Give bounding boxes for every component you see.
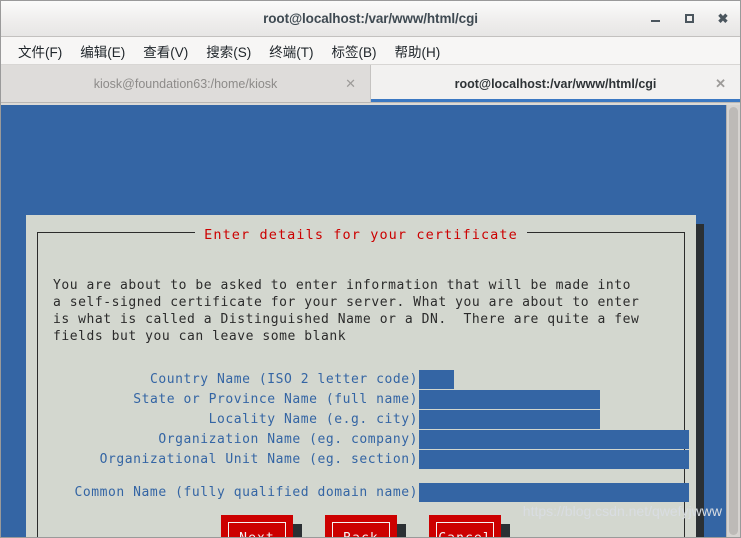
tab-root-cgi-close-icon[interactable]: ✕ (715, 76, 726, 92)
minimize-icon (650, 20, 660, 22)
window-controls: ✖ (646, 1, 732, 36)
label-common-name: Common Name (fully qualified domain name… (74, 485, 418, 500)
maximize-icon (684, 14, 694, 23)
back-button[interactable]: Back (325, 515, 397, 537)
form-row-locality: Locality Name (e.g. city) xi'an_________… (26, 410, 696, 429)
tab-root-cgi[interactable]: root@localhost:/var/www/html/cgi ✕ (371, 65, 740, 102)
input-state-name[interactable]: shannxi____________ (419, 390, 600, 409)
label-state-name: State or Province Name (full name) (133, 392, 418, 407)
tab-bar: kiosk@foundation63:/home/kiosk ✕ root@lo… (1, 65, 740, 103)
menu-item-search[interactable]: 搜索(S) (197, 39, 260, 63)
menu-item-terminal[interactable]: 终端(T) (260, 39, 322, 63)
input-locality-name[interactable]: xi'an______________ (419, 410, 600, 429)
cancel-button-label: Cancel (438, 531, 492, 538)
cancel-button[interactable]: Cancel (429, 515, 501, 537)
back-button-label: Back (343, 531, 379, 538)
terminal-scrollbar[interactable] (726, 105, 740, 537)
close-button[interactable]: ✖ (714, 10, 732, 28)
label-organization-name: Organization Name (eg. company) (158, 432, 418, 447)
window-titlebar: root@localhost:/var/www/html/cgi ✖ (1, 1, 740, 37)
menu-item-view[interactable]: 查看(V) (134, 39, 197, 63)
label-locality-name: Locality Name (e.g. city) (208, 412, 418, 427)
tab-kiosk-label: kiosk@foundation63:/home/kiosk (93, 76, 278, 91)
input-organization-name[interactable]: westos______________________ (419, 430, 689, 449)
label-country-name: Country Name (ISO 2 letter code) (149, 372, 418, 387)
screenshot-root: root@localhost:/var/www/html/cgi ✖ 文件(F)… (0, 0, 741, 538)
certificate-details-dialog: Enter details for your certificate You a… (26, 215, 696, 537)
menu-bar: 文件(F) 编辑(E) 查看(V) 搜索(S) 终端(T) 标签(B) 帮助(H… (1, 37, 740, 65)
label-organizational-unit-name: Organizational Unit Name (eg. section) (99, 452, 418, 467)
close-icon: ✖ (717, 11, 729, 26)
form-row-state: State or Province Name (full name) shann… (26, 390, 696, 409)
menu-item-edit[interactable]: 编辑(E) (71, 39, 134, 63)
dialog-button-row: Next Back Cancel (26, 515, 696, 537)
dialog-description: You are about to be asked to enter infor… (53, 278, 640, 344)
input-country-name[interactable]: CN_ (419, 370, 454, 389)
back-button-wrap: Back (325, 515, 406, 537)
menu-item-tabs[interactable]: 标签(B) (323, 39, 386, 63)
tab-kiosk[interactable]: kiosk@foundation63:/home/kiosk ✕ (1, 65, 371, 102)
terminal-scrollbar-thumb[interactable] (729, 107, 738, 535)
cancel-button-wrap: Cancel (429, 515, 510, 537)
window-title: root@localhost:/var/www/html/cgi (263, 11, 478, 26)
tab-kiosk-close-icon[interactable]: ✕ (345, 76, 356, 92)
input-organizational-unit-name[interactable]: linux _______________________ (419, 450, 689, 469)
menu-item-help[interactable]: 帮助(H) (386, 39, 450, 63)
next-button[interactable]: Next (221, 515, 293, 537)
form-row-organizational-unit: Organizational Unit Name (eg. section) l… (26, 450, 696, 469)
terminal-area: Enter details for your certificate You a… (1, 103, 740, 537)
tab-root-cgi-label: root@localhost:/var/www/html/cgi (454, 76, 657, 91)
certificate-form: Country Name (ISO 2 letter code) CN_ Sta… (26, 370, 696, 503)
maximize-button[interactable] (680, 10, 698, 28)
next-button-wrap: Next (221, 515, 302, 537)
terminal-window: root@localhost:/var/www/html/cgi ✖ 文件(F)… (0, 0, 741, 538)
menu-item-file[interactable]: 文件(F) (9, 39, 71, 63)
input-common-name[interactable]: www.westos.com_______________ (419, 483, 689, 502)
minimize-button[interactable] (646, 10, 664, 28)
form-row-organization: Organization Name (eg. company) westos__… (26, 430, 696, 449)
form-row-country: Country Name (ISO 2 letter code) CN_ (26, 370, 696, 389)
next-button-label: Next (239, 531, 275, 538)
form-row-common-name: Common Name (fully qualified domain name… (26, 483, 696, 502)
